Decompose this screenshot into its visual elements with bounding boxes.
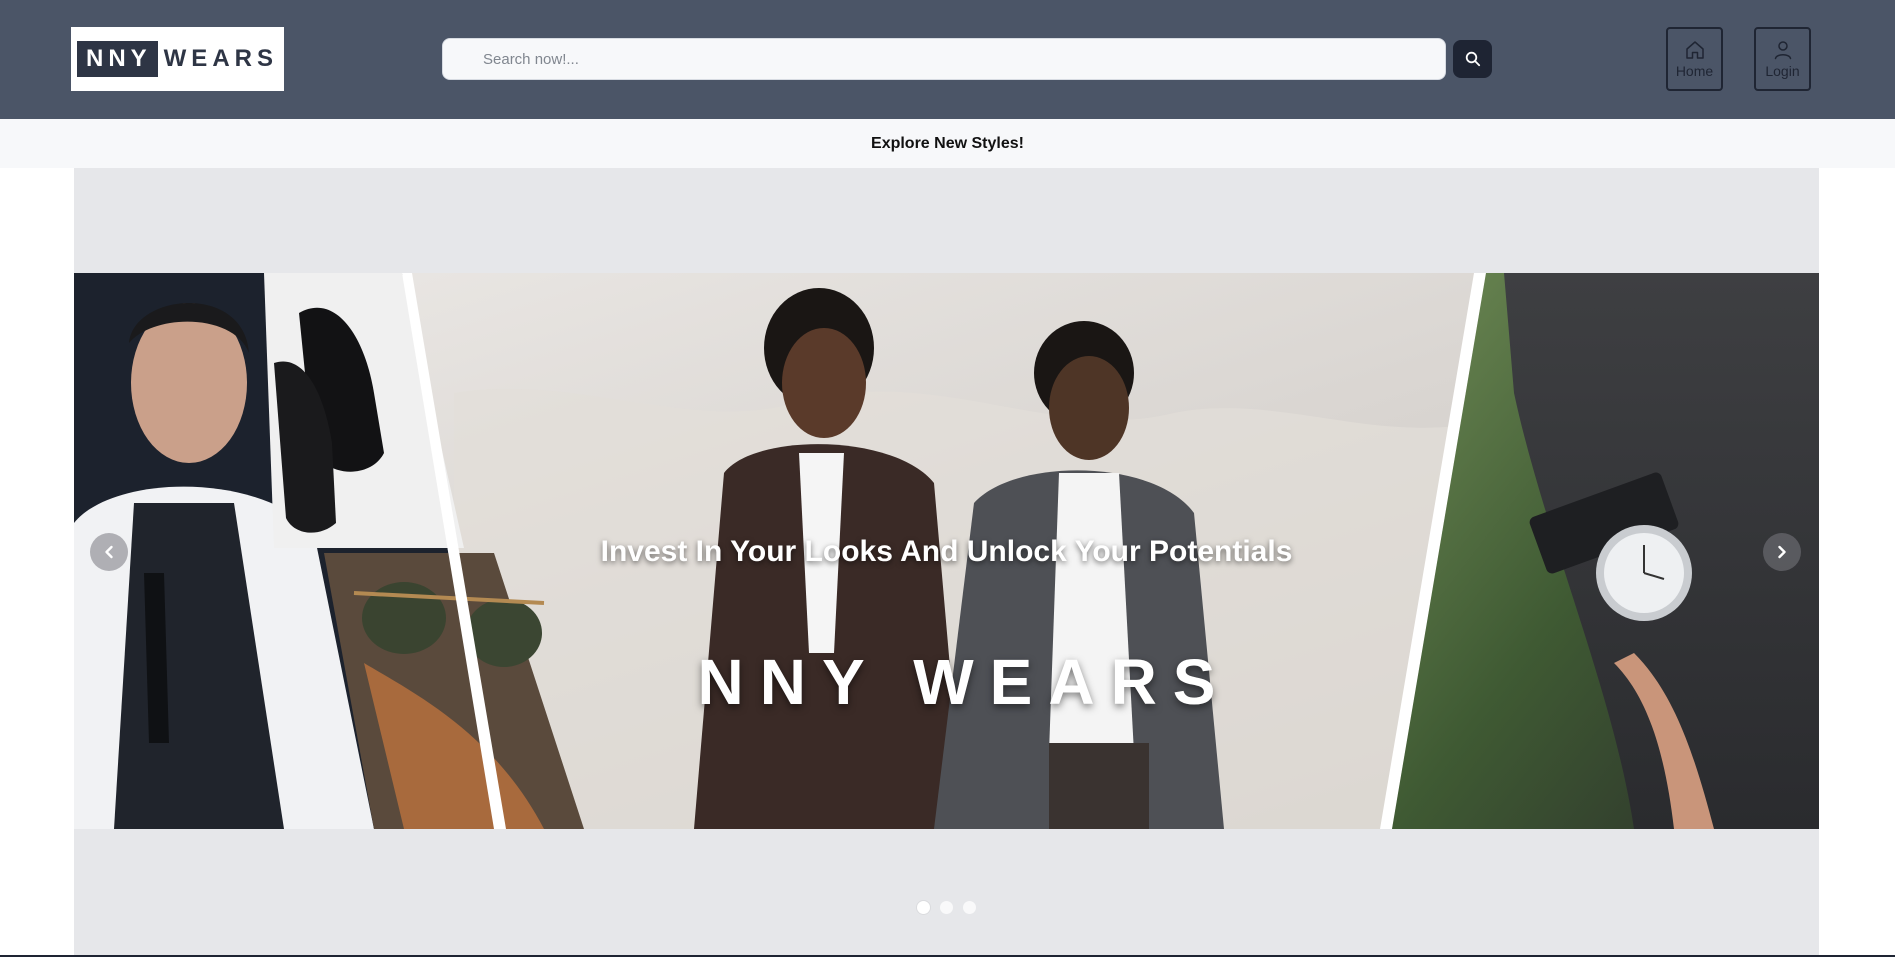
header-bar: NNY WEARS Home Login [0,0,1895,119]
logo-text-nny: NNY [76,41,158,77]
carousel-prev-button[interactable] [90,533,128,571]
carousel-next-button[interactable] [1763,533,1801,571]
search-button[interactable] [1453,40,1492,78]
logo-wordmark: NNY WEARS [76,41,278,77]
chevron-right-icon [1778,545,1786,559]
hero-brand-title: NNY WEARS [697,646,1232,718]
chevron-left-icon [105,545,113,559]
search-icon [1465,51,1480,67]
announcement-text: Explore New Styles! [871,134,1024,152]
hero-tagline: Invest In Your Looks And Unlock Your Pot… [600,535,1293,568]
carousel-indicators [74,901,1819,914]
logo-text-wears: WEARS [163,45,278,72]
hero-carousel: Invest In Your Looks And Unlock Your Pot… [74,168,1819,957]
carousel-dot-1[interactable] [917,901,930,914]
home-button[interactable]: Home [1666,27,1723,91]
announcement-bar: Explore New Styles! [0,119,1895,168]
carousel-slide: Invest In Your Looks And Unlock Your Pot… [74,273,1819,829]
login-button[interactable]: Login [1754,27,1811,91]
login-label: Login [1765,62,1800,79]
home-label: Home [1675,62,1714,79]
site-logo[interactable]: NNY WEARS [71,27,284,91]
carousel-dot-3[interactable] [963,901,976,914]
user-icon [1774,40,1791,59]
search-input[interactable] [442,38,1446,80]
carousel-dot-2[interactable] [940,901,953,914]
home-icon [1685,40,1704,59]
